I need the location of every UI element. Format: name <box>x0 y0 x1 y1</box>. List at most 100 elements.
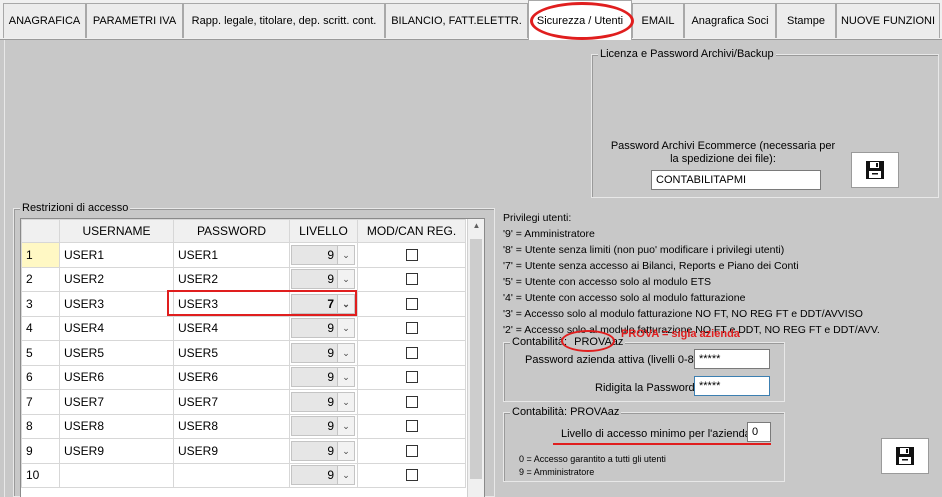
username-cell[interactable]: USER8 <box>59 413 174 439</box>
level-cell[interactable]: 7 ⌄ <box>289 291 358 317</box>
chevron-up-icon[interactable]: ▲ <box>468 221 484 237</box>
tab-anagrafica[interactable]: ANAGRAFICA <box>3 3 86 38</box>
row-number: 10 <box>21 462 60 488</box>
tab-email[interactable]: EMAIL <box>632 3 684 38</box>
users-table: USERNAME PASSWORD LIVELLO MOD/CAN REG. 1… <box>21 219 466 488</box>
mod-can-reg-checkbox[interactable] <box>405 371 418 384</box>
level-dropdown[interactable]: 9 ⌄ <box>291 465 355 486</box>
company-password-legend: Contabilità: PROVAaz <box>510 336 626 348</box>
col-header-livello: LIVELLO <box>289 219 358 243</box>
tab-bilancio[interactable]: BILANCIO, FATT.ELETTR. <box>385 3 528 38</box>
password-cell[interactable]: USER5 <box>173 340 290 366</box>
password-cell[interactable]: USER9 <box>173 438 290 464</box>
mod-can-reg-checkbox[interactable] <box>405 322 418 335</box>
table-row[interactable]: 7 USER7 USER7 9 ⌄ <box>21 389 466 415</box>
level-cell[interactable]: 9 ⌄ <box>289 315 358 341</box>
password-cell[interactable]: USER2 <box>173 266 290 292</box>
table-row[interactable]: 3 USER3 USER3 7 ⌄ <box>21 291 466 317</box>
level-dropdown[interactable]: 9 ⌄ <box>291 244 355 265</box>
level-cell[interactable]: 9 ⌄ <box>289 242 358 268</box>
level-cell[interactable]: 9 ⌄ <box>289 364 358 390</box>
table-row[interactable]: 8 USER8 USER8 9 ⌄ <box>21 413 466 439</box>
chevron-down-icon[interactable]: ⌄ <box>337 245 354 264</box>
password-cell[interactable] <box>173 462 290 488</box>
table-row[interactable]: 5 USER5 USER5 9 ⌄ <box>21 340 466 366</box>
table-row[interactable]: 4 USER4 USER4 9 ⌄ <box>21 315 466 341</box>
username-cell[interactable]: USER3 <box>59 291 174 317</box>
save-license-button[interactable] <box>851 152 899 188</box>
level-dropdown[interactable]: 9 ⌄ <box>291 342 355 363</box>
mod-can-reg-checkbox[interactable] <box>405 273 418 286</box>
table-row[interactable]: 6 USER6 USER6 9 ⌄ <box>21 364 466 390</box>
level-dropdown[interactable]: 9 ⌄ <box>291 318 355 339</box>
mod-can-reg-checkbox[interactable] <box>405 297 418 310</box>
tab-stampe[interactable]: Stampe <box>776 3 836 38</box>
repeat-password-input[interactable]: ***** <box>694 376 770 396</box>
username-cell[interactable]: USER1 <box>59 242 174 268</box>
mod-can-reg-checkbox[interactable] <box>405 420 418 433</box>
username-cell[interactable]: USER7 <box>59 389 174 415</box>
chevron-down-icon[interactable]: ⌄ <box>337 270 354 289</box>
table-row[interactable]: 9 USER9 USER9 9 ⌄ <box>21 438 466 464</box>
level-cell[interactable]: 9 ⌄ <box>289 389 358 415</box>
chevron-down-icon[interactable]: ⌄ <box>337 368 354 387</box>
active-password-input[interactable]: ***** <box>694 349 770 369</box>
mod-can-reg-checkbox[interactable] <box>405 444 418 457</box>
level-dropdown[interactable]: 7 ⌄ <box>291 293 355 314</box>
scrollbar-thumb[interactable] <box>470 239 482 479</box>
level-dropdown[interactable]: 9 ⌄ <box>291 269 355 290</box>
tab-rapp-legale[interactable]: Rapp. legale, titolare, dep. scritt. con… <box>183 3 385 38</box>
tab-nuove-funzioni[interactable]: NUOVE FUNZIONI <box>836 3 940 38</box>
level-cell[interactable]: 9 ⌄ <box>289 438 358 464</box>
chevron-down-icon[interactable]: ⌄ <box>337 294 354 313</box>
password-cell[interactable]: USER3 <box>173 291 290 317</box>
password-cell[interactable]: USER1 <box>173 242 290 268</box>
privilege-line: '7' = Utente senza accesso ai Bilanci, R… <box>503 260 799 272</box>
users-grid[interactable]: USERNAME PASSWORD LIVELLO MOD/CAN REG. 1… <box>20 218 485 497</box>
level-dropdown[interactable]: 9 ⌄ <box>291 416 355 437</box>
level-dropdown[interactable]: 9 ⌄ <box>291 391 355 412</box>
level-cell[interactable]: 9 ⌄ <box>289 413 358 439</box>
mod-can-reg-checkbox[interactable] <box>405 469 418 482</box>
tab-label: BILANCIO, FATT.ELETTR. <box>391 15 522 27</box>
username-cell[interactable]: USER5 <box>59 340 174 366</box>
chevron-down-icon[interactable]: ⌄ <box>337 417 354 436</box>
tab-anagrafica-soci[interactable]: Anagrafica Soci <box>684 3 776 38</box>
chevron-down-icon[interactable]: ⌄ <box>337 343 354 362</box>
row-number: 8 <box>21 413 60 439</box>
row-number: 6 <box>21 364 60 390</box>
mod-can-reg-checkbox[interactable] <box>405 248 418 261</box>
level-dropdown[interactable]: 9 ⌄ <box>291 367 355 388</box>
level-dropdown[interactable]: 9 ⌄ <box>291 440 355 461</box>
level-cell[interactable]: 9 ⌄ <box>289 266 358 292</box>
mod-can-reg-checkbox[interactable] <box>405 395 418 408</box>
table-row[interactable]: 1 USER1 USER1 9 ⌄ <box>21 242 466 268</box>
password-cell[interactable]: USER7 <box>173 389 290 415</box>
table-row[interactable]: 10 9 ⌄ <box>21 462 466 488</box>
password-cell[interactable]: USER4 <box>173 315 290 341</box>
level-note-0: 0 = Accesso garantito a tutti gli utenti <box>519 454 666 464</box>
chevron-down-icon[interactable]: ⌄ <box>337 392 354 411</box>
tab-parametri-iva[interactable]: PARAMETRI IVA <box>86 3 183 38</box>
chevron-down-icon[interactable]: ⌄ <box>337 466 354 485</box>
ecommerce-password-input[interactable]: CONTABILITAPMI <box>651 170 821 190</box>
username-cell[interactable]: USER6 <box>59 364 174 390</box>
username-cell[interactable] <box>59 462 174 488</box>
grid-scrollbar[interactable]: ▲ <box>467 219 484 497</box>
password-cell[interactable]: USER8 <box>173 413 290 439</box>
row-number: 9 <box>21 438 60 464</box>
username-cell[interactable]: USER2 <box>59 266 174 292</box>
username-cell[interactable]: USER9 <box>59 438 174 464</box>
min-level-input[interactable]: 0 <box>747 422 771 442</box>
level-cell[interactable]: 9 ⌄ <box>289 462 358 488</box>
password-cell[interactable]: USER6 <box>173 364 290 390</box>
privilege-line: '8' = Utente senza limiti (non puo' modi… <box>503 244 785 256</box>
mod-can-reg-checkbox[interactable] <box>405 346 418 359</box>
level-cell[interactable]: 9 ⌄ <box>289 340 358 366</box>
table-row[interactable]: 2 USER2 USER2 9 ⌄ <box>21 266 466 292</box>
chevron-down-icon[interactable]: ⌄ <box>337 319 354 338</box>
tab-sicurezza-utenti[interactable]: Sicurezza / Utenti <box>528 0 632 40</box>
username-cell[interactable]: USER4 <box>59 315 174 341</box>
chevron-down-icon[interactable]: ⌄ <box>337 441 354 460</box>
save-security-button[interactable] <box>881 438 929 474</box>
